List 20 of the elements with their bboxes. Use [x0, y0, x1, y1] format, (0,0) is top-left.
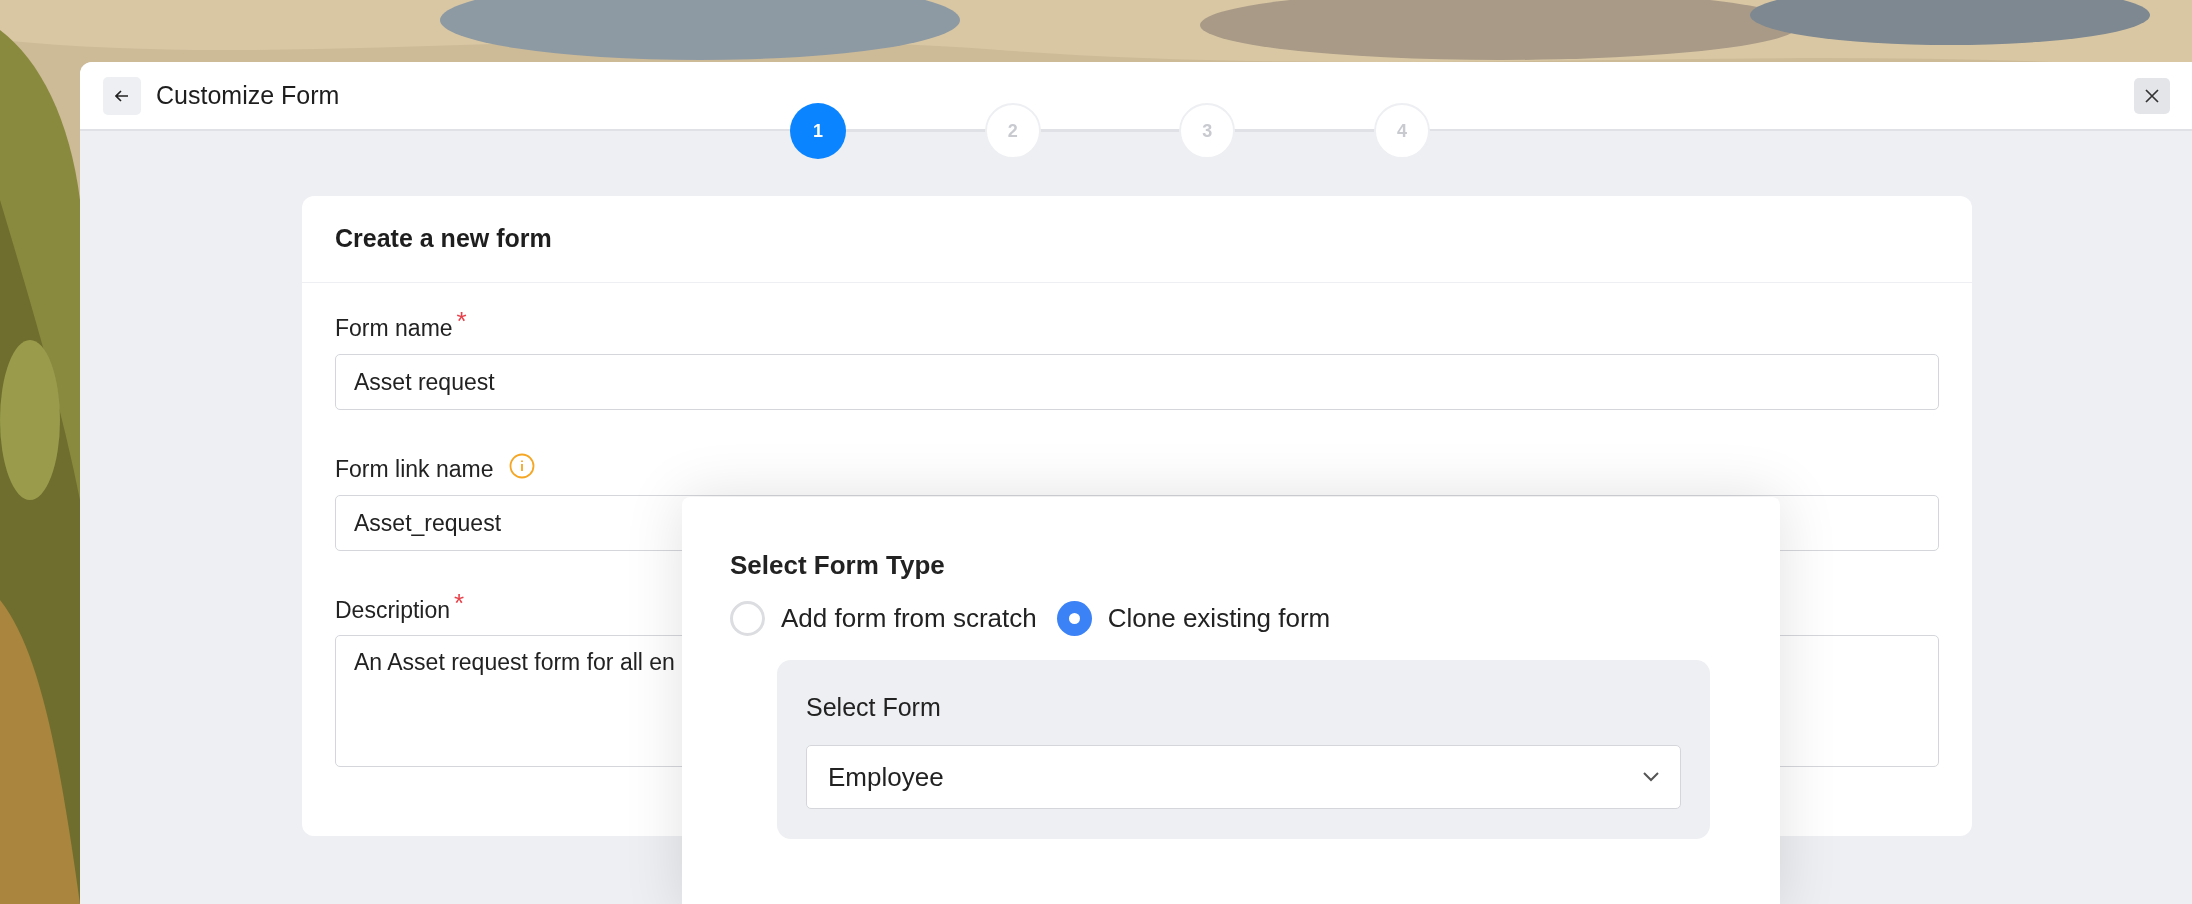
- field-label: Form link name: [335, 455, 494, 484]
- back-arrow-icon: [115, 89, 129, 102]
- popup-title: Select Form Type: [730, 549, 946, 581]
- step-indicator[interactable]: 1: [790, 103, 846, 159]
- card-title: Create a new form: [335, 223, 552, 255]
- close-button[interactable]: [2134, 77, 2170, 114]
- form-dropdown[interactable]: Employee: [806, 745, 1681, 809]
- close-icon: [2144, 87, 2160, 104]
- window-title: Customize Form: [156, 79, 340, 111]
- chevron-down-icon: [1643, 772, 1659, 782]
- required-marker: *: [456, 311, 467, 331]
- back-button[interactable]: [103, 76, 141, 115]
- info-icon[interactable]: [509, 453, 536, 479]
- select-label: Select Form: [806, 692, 942, 722]
- field-label: Description: [335, 596, 451, 625]
- text-input[interactable]: Asset request: [335, 354, 1939, 410]
- radio-option[interactable]: Clone existing form: [1056, 599, 1331, 638]
- radio-option[interactable]: Add form from scratch: [730, 599, 1037, 638]
- field-label: Form name: [335, 314, 453, 343]
- required-marker: *: [454, 593, 465, 613]
